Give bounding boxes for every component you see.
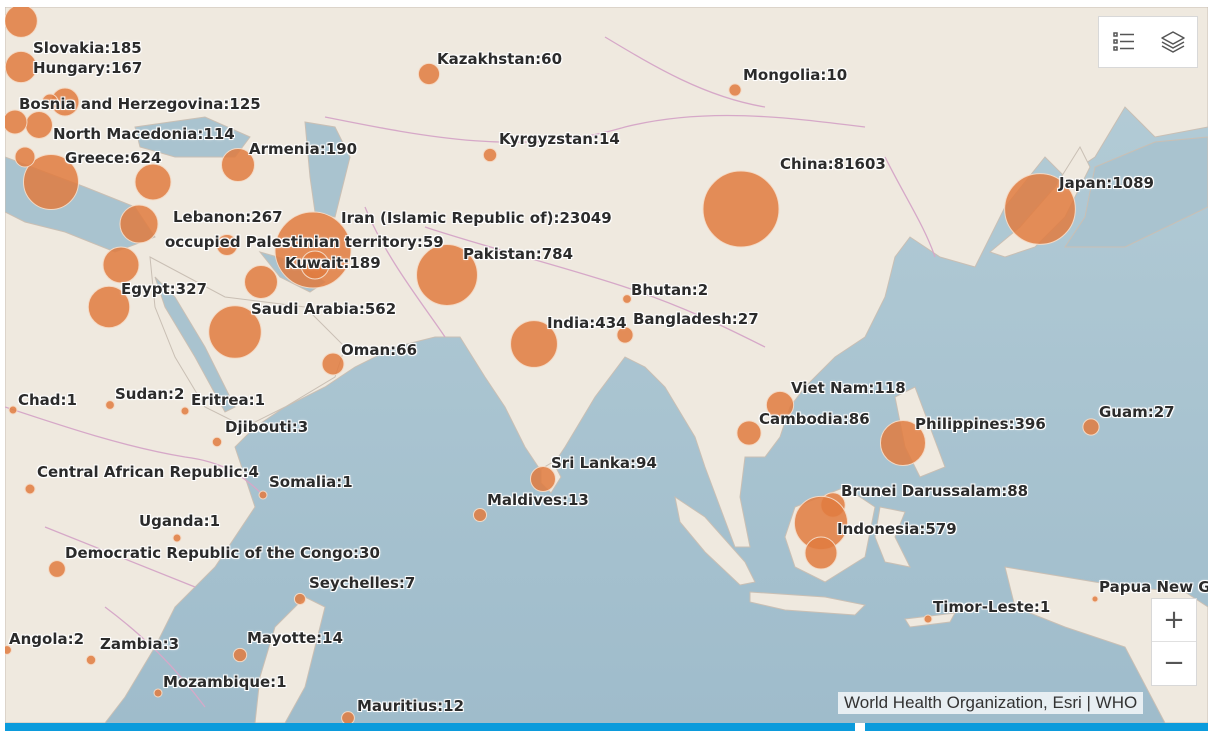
- bubble-maldives[interactable]: [472, 507, 488, 523]
- label-china[interactable]: China:81603: [780, 155, 886, 173]
- label-kazakhstan[interactable]: Kazakhstan:60: [437, 50, 562, 68]
- bubble-seychelles[interactable]: [293, 592, 307, 606]
- label-oman[interactable]: Oman:66: [341, 341, 417, 359]
- bubble-mayotte[interactable]: [232, 647, 248, 663]
- label-greece[interactable]: Greece:624: [65, 149, 161, 167]
- label-indonesia[interactable]: Indonesia:579: [837, 520, 957, 538]
- label-bhutan[interactable]: Bhutan:2: [631, 281, 708, 299]
- label-viet-nam[interactable]: Viet Nam:118: [791, 379, 906, 397]
- bubble-kuwait[interactable]: [244, 265, 278, 299]
- bubble-somalia[interactable]: [258, 490, 268, 500]
- label-mayotte[interactable]: Mayotte:14: [247, 629, 343, 647]
- layers-icon: [1160, 31, 1185, 53]
- bubble-unlabeled-2[interactable]: [134, 163, 172, 201]
- accent-bar-right: [865, 723, 1208, 731]
- bubble-papua-new-g[interactable]: [1091, 595, 1099, 603]
- label-central-african-republic[interactable]: Central African Republic:4: [37, 463, 259, 481]
- bubble-mauritius[interactable]: [341, 711, 355, 723]
- label-papua-new-g[interactable]: Papua New G: [1099, 578, 1208, 596]
- label-japan[interactable]: Japan:1089: [1059, 174, 1154, 192]
- bubble-cambodia[interactable]: [736, 420, 762, 446]
- label-pakistan[interactable]: Pakistan:784: [463, 245, 573, 263]
- zoom-control: + −: [1151, 598, 1197, 686]
- label-guam[interactable]: Guam:27: [1099, 403, 1175, 421]
- label-india[interactable]: India:434: [547, 314, 627, 332]
- map-toolbar: [1098, 16, 1198, 68]
- label-bangladesh[interactable]: Bangladesh:27: [633, 310, 759, 328]
- bubble-lebanon[interactable]: [119, 204, 159, 244]
- legend-button[interactable]: [1099, 17, 1148, 67]
- map-attribution: World Health Organization, Esri | WHO: [838, 692, 1144, 714]
- legend-list-icon: [1112, 32, 1134, 51]
- bubble-sudan[interactable]: [105, 400, 115, 410]
- bubble-north-macedonia[interactable]: [25, 111, 53, 139]
- label-bosnia-and-herzegovina[interactable]: Bosnia and Herzegovina:125: [19, 95, 261, 113]
- accent-bar-left: [5, 723, 855, 731]
- label-cambodia[interactable]: Cambodia:86: [759, 410, 870, 428]
- bubble-hungary[interactable]: [5, 50, 38, 84]
- bubble-mozambique[interactable]: [153, 688, 163, 698]
- bubble-mongolia[interactable]: [728, 83, 742, 97]
- label-maldives[interactable]: Maldives:13: [487, 491, 589, 509]
- bubble-unlabeled-1[interactable]: [102, 246, 140, 284]
- bubble-djibouti[interactable]: [211, 436, 223, 448]
- label-north-macedonia[interactable]: North Macedonia:114: [53, 125, 235, 143]
- label-sudan[interactable]: Sudan:2: [115, 385, 184, 403]
- label-zambia[interactable]: Zambia:3: [100, 635, 179, 653]
- bubble-unlabeled-4[interactable]: [5, 109, 28, 135]
- bubble-unlabeled-0[interactable]: [804, 536, 838, 570]
- bubble-china[interactable]: [702, 170, 780, 248]
- label-sri-lanka[interactable]: Sri Lanka:94: [551, 454, 657, 472]
- bubble-uganda[interactable]: [172, 533, 182, 543]
- label-chad[interactable]: Chad:1: [18, 391, 77, 409]
- label-seychelles[interactable]: Seychelles:7: [309, 574, 415, 592]
- label-armenia[interactable]: Armenia:190: [249, 140, 357, 158]
- label-democratic-republic-of-the-congo[interactable]: Democratic Republic of the Congo:30: [65, 544, 380, 562]
- label-mauritius[interactable]: Mauritius:12: [357, 697, 464, 715]
- bubble-timor-leste[interactable]: [923, 614, 933, 624]
- bubble-central-african-republic[interactable]: [24, 483, 36, 495]
- bubble-zambia[interactable]: [85, 654, 97, 666]
- bubble-democratic-republic-of-the-congo[interactable]: [48, 560, 66, 578]
- layers-button[interactable]: [1148, 17, 1197, 67]
- bubble-slovakia[interactable]: [5, 7, 38, 38]
- label-egypt[interactable]: Egypt:327: [121, 280, 207, 298]
- label-somalia[interactable]: Somalia:1: [269, 473, 353, 491]
- label-slovakia[interactable]: Slovakia:185: [33, 39, 142, 57]
- zoom-in-button[interactable]: +: [1152, 599, 1196, 641]
- label-djibouti[interactable]: Djibouti:3: [225, 418, 308, 436]
- label-kuwait[interactable]: Kuwait:189: [285, 254, 381, 272]
- label-lebanon[interactable]: Lebanon:267: [173, 208, 283, 226]
- label-timor-leste[interactable]: Timor-Leste:1: [933, 598, 1050, 616]
- label-angola[interactable]: Angola:2: [9, 630, 84, 648]
- label-hungary[interactable]: Hungary:167: [33, 59, 142, 77]
- label-brunei-darussalam[interactable]: Brunei Darussalam:88: [841, 482, 1028, 500]
- zoom-out-button[interactable]: −: [1152, 641, 1196, 684]
- bubble-chad[interactable]: [8, 405, 18, 415]
- label-iran-islamic-republic-of[interactable]: Iran (Islamic Republic of):23049: [341, 209, 612, 227]
- map-view[interactable]: Slovakia:185 Hungary:167 Bosnia and Herzeg…: [5, 7, 1208, 723]
- label-saudi-arabia[interactable]: Saudi Arabia:562: [251, 300, 396, 318]
- bubble-eritrea[interactable]: [180, 406, 190, 416]
- label-eritrea[interactable]: Eritrea:1: [191, 391, 265, 409]
- bubble-unlabeled-5[interactable]: [14, 146, 36, 168]
- label-uganda[interactable]: Uganda:1: [139, 512, 220, 530]
- bubble-kyrgyzstan[interactable]: [482, 147, 498, 163]
- label-mongolia[interactable]: Mongolia:10: [743, 66, 847, 84]
- bubble-guam[interactable]: [1082, 418, 1100, 436]
- label-mozambique[interactable]: Mozambique:1: [163, 673, 287, 691]
- label-philippines[interactable]: Philippines:396: [915, 415, 1046, 433]
- label-kyrgyzstan[interactable]: Kyrgyzstan:14: [499, 130, 620, 148]
- label-occupied-palestinian-territory[interactable]: occupied Palestinian territory:59: [165, 233, 444, 251]
